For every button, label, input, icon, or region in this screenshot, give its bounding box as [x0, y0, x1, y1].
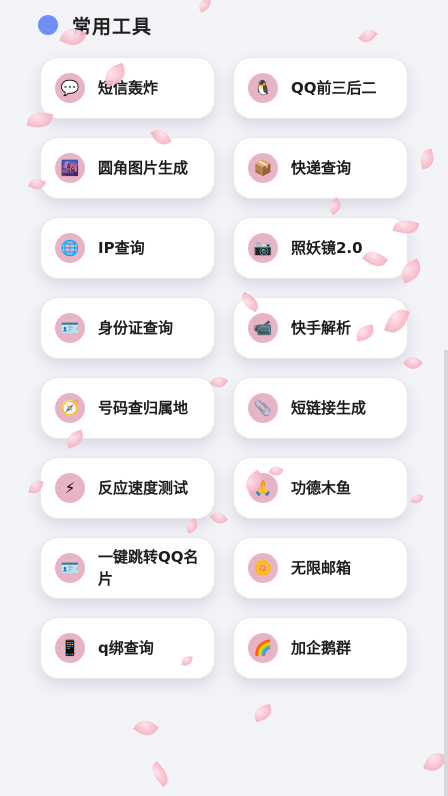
tool-qq-card-jump-button[interactable]: 🪪 一键跳转QQ名片 — [40, 537, 215, 599]
tool-label: IP查询 — [98, 239, 145, 257]
tool-express-query-button[interactable]: 📦 快递查询 — [233, 137, 408, 199]
video-camera-icon: 📹 — [248, 313, 278, 343]
tool-label: 功德木鱼 — [291, 479, 352, 497]
tool-id-query-button[interactable]: 🪪 身份证查询 — [40, 297, 215, 359]
tool-label: QQ前三后二 — [291, 79, 377, 97]
tool-short-link-button[interactable]: 📎 短链接生成 — [233, 377, 408, 439]
rainbow-icon: 🌈 — [248, 633, 278, 663]
tool-label: 短链接生成 — [291, 399, 367, 417]
petal-decoration — [417, 148, 437, 170]
petal-decoration — [252, 703, 274, 723]
tool-mirror-button[interactable]: 📷 照妖镜2.0 — [233, 217, 408, 279]
tool-join-group-button[interactable]: 🌈 加企鹅群 — [233, 617, 408, 679]
id-card-icon: 🪪 — [55, 313, 85, 343]
section-title: 常用工具 — [72, 15, 153, 38]
tool-number-location-button[interactable]: 🧭 号码查归属地 — [40, 377, 215, 439]
section-dot — [38, 15, 58, 35]
sun-flower-icon: 🌼 — [248, 553, 278, 583]
contact-card-icon: 🪪 — [55, 553, 85, 583]
globe-icon: 🌐 — [55, 233, 85, 263]
scrollbar[interactable] — [444, 350, 448, 796]
tool-label: 反应速度测试 — [98, 479, 189, 497]
camera-icon: 📷 — [248, 233, 278, 263]
tool-label: 短信轰炸 — [98, 79, 159, 97]
tool-label: 加企鹅群 — [291, 639, 352, 657]
tool-unlimited-mail-button[interactable]: 🌼 无限邮箱 — [233, 537, 408, 599]
mobile-phone-icon: 📱 — [55, 633, 85, 663]
petal-decoration — [133, 715, 159, 741]
speech-bubble-icon: 💬 — [55, 73, 85, 103]
petal-decoration — [410, 492, 424, 506]
tool-label: 无限邮箱 — [291, 559, 352, 577]
praying-hands-icon: 🙏 — [248, 473, 278, 503]
lightning-icon: ⚡ — [55, 473, 85, 503]
paperclip-icon: 📎 — [248, 393, 278, 423]
penguin-icon: 🐧 — [248, 73, 278, 103]
tool-kuaishou-parse-button[interactable]: 📹 快手解析 — [233, 297, 408, 359]
tool-label: 快递查询 — [291, 159, 352, 177]
package-icon: 📦 — [248, 153, 278, 183]
petal-decoration — [196, 0, 214, 13]
petal-decoration — [358, 26, 378, 46]
tool-label: q绑查询 — [98, 639, 154, 657]
tool-ip-query-button[interactable]: 🌐 IP查询 — [40, 217, 215, 279]
tool-label: 快手解析 — [291, 319, 352, 337]
tool-label: 号码查归属地 — [98, 399, 189, 417]
tools-grid: 💬 短信轰炸 🐧 QQ前三后二 🌆 圆角图片生成 📦 快递查询 🌐 IP查询 📷… — [40, 57, 408, 679]
tool-reaction-test-button[interactable]: ⚡ 反应速度测试 — [40, 457, 215, 519]
tools-page: 常用工具 💬 短信轰炸 🐧 QQ前三后二 🌆 圆角图片生成 📦 快递查询 🌐 I… — [0, 0, 448, 796]
compass-icon: 🧭 — [55, 393, 85, 423]
tool-label: 身份证查询 — [98, 319, 174, 337]
city-picture-icon: 🌆 — [55, 153, 85, 183]
tool-q-bind-query-button[interactable]: 📱 q绑查询 — [40, 617, 215, 679]
tool-rounded-image-button[interactable]: 🌆 圆角图片生成 — [40, 137, 215, 199]
tool-wooden-fish-button[interactable]: 🙏 功德木鱼 — [233, 457, 408, 519]
petal-decoration — [147, 760, 173, 788]
section-header: 常用工具 — [38, 12, 152, 38]
tool-label: 照妖镜2.0 — [291, 239, 363, 257]
tool-qq-digits-button[interactable]: 🐧 QQ前三后二 — [233, 57, 408, 119]
tool-sms-bomb-button[interactable]: 💬 短信轰炸 — [40, 57, 215, 119]
tool-label: 圆角图片生成 — [98, 159, 189, 177]
tool-label: 一键跳转QQ名片 — [98, 548, 199, 588]
